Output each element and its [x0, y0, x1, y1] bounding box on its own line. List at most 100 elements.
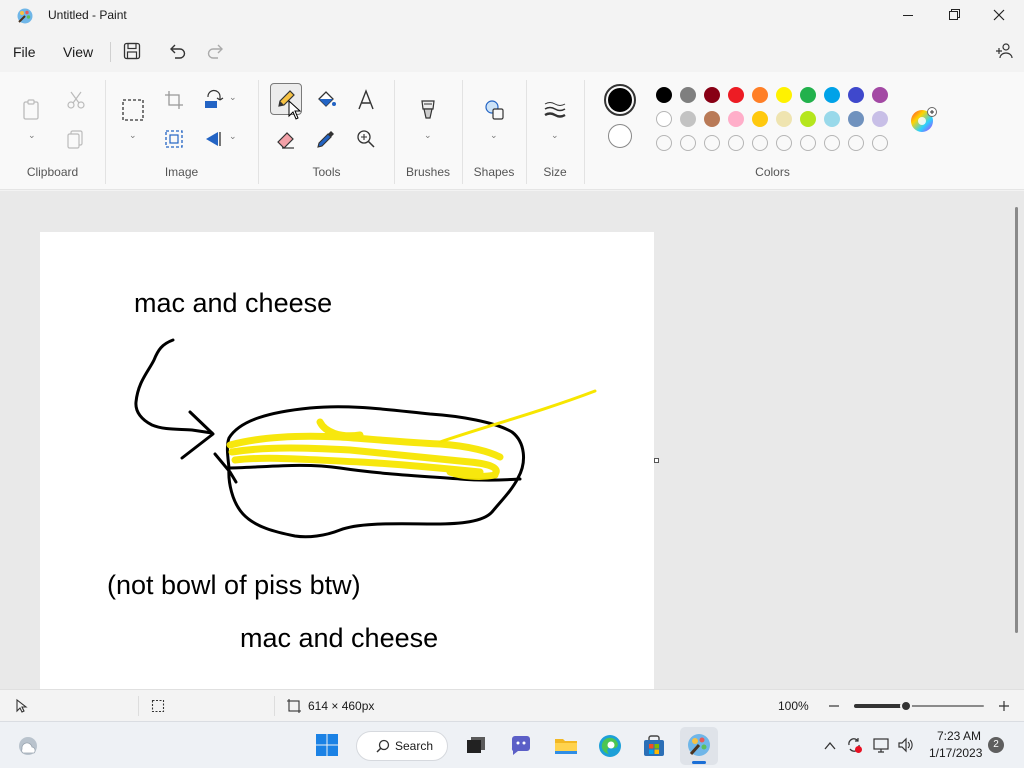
selection-size-icon — [150, 698, 166, 714]
paste-icon[interactable] — [20, 98, 44, 122]
rotate-icon[interactable] — [202, 88, 226, 112]
palette-color-swatch[interactable] — [680, 111, 696, 127]
color-picker-icon[interactable] — [314, 127, 338, 151]
eraser-icon[interactable] — [274, 127, 298, 151]
chevron-down-icon[interactable]: ⌄ — [129, 130, 137, 141]
drawing-canvas[interactable]: mac and cheese (not bowl of piss btw) ma… — [40, 232, 654, 689]
text-tool-icon[interactable] — [354, 88, 378, 112]
chevron-down-icon[interactable]: ⌄ — [229, 131, 237, 142]
copy-icon[interactable] — [64, 127, 88, 151]
view-menu[interactable]: View — [63, 44, 93, 60]
palette-color-swatch[interactable] — [872, 87, 888, 103]
palette-color-swatch[interactable] — [800, 111, 816, 127]
palette-color-swatch[interactable] — [752, 111, 768, 127]
save-icon[interactable] — [122, 41, 142, 61]
share-icon[interactable] — [994, 41, 1014, 61]
taskbar-search[interactable]: Search — [356, 731, 448, 761]
zoom-slider-fill — [854, 704, 906, 708]
clock-time[interactable]: 7:23 AM — [937, 729, 981, 743]
volume-icon[interactable] — [897, 736, 915, 754]
shapes-icon[interactable] — [482, 98, 506, 122]
restore-button[interactable] — [930, 0, 976, 32]
chevron-down-icon[interactable]: ⌄ — [490, 130, 498, 141]
custom-color-slot[interactable] — [656, 135, 672, 151]
shapes-group[interactable]: ⌄ Shapes — [463, 72, 525, 190]
palette-color-swatch[interactable] — [824, 87, 840, 103]
chevron-down-icon[interactable]: ⌄ — [424, 130, 432, 141]
cut-icon[interactable] — [64, 88, 88, 112]
palette-color-swatch[interactable] — [776, 111, 792, 127]
fill-bucket-icon[interactable] — [314, 88, 338, 112]
select-icon[interactable] — [121, 98, 145, 122]
palette-color-swatch[interactable] — [704, 111, 720, 127]
chevron-down-icon[interactable]: ⌄ — [28, 130, 36, 141]
zoom-out-button[interactable] — [826, 698, 842, 714]
edge-browser-icon[interactable] — [597, 733, 623, 759]
custom-color-slot[interactable] — [728, 135, 744, 151]
task-view-icon[interactable] — [464, 734, 488, 758]
palette-color-swatch[interactable] — [848, 111, 864, 127]
palette-color-swatch[interactable] — [848, 87, 864, 103]
chevron-down-icon[interactable]: ⌄ — [229, 92, 237, 103]
palette-color-swatch[interactable] — [824, 111, 840, 127]
mouse-cursor-icon — [288, 99, 302, 120]
size-group[interactable]: ⌄ Size — [527, 72, 583, 190]
close-button[interactable] — [976, 0, 1024, 32]
paint-taskbar-button[interactable] — [680, 727, 718, 765]
palette-color-swatch[interactable] — [752, 87, 768, 103]
image-label: Image — [164, 165, 199, 179]
file-explorer-icon[interactable] — [553, 733, 579, 759]
edit-colors-icon[interactable] — [910, 107, 938, 135]
update-icon[interactable] — [845, 736, 863, 754]
custom-color-slot[interactable] — [800, 135, 816, 151]
image-select-icon[interactable] — [162, 127, 186, 151]
flip-icon[interactable] — [202, 127, 226, 151]
custom-color-slot[interactable] — [752, 135, 768, 151]
minimize-button[interactable] — [884, 0, 930, 32]
secondary-color[interactable] — [608, 124, 632, 148]
undo-icon[interactable] — [167, 41, 187, 61]
search-icon — [376, 739, 390, 753]
palette-color-swatch[interactable] — [872, 111, 888, 127]
zoom-slider[interactable] — [854, 698, 984, 714]
custom-color-slot[interactable] — [680, 135, 696, 151]
palette-color-swatch[interactable] — [680, 87, 696, 103]
microsoft-store-icon[interactable] — [641, 733, 667, 759]
brushes-group[interactable]: ⌄ Brushes — [395, 72, 461, 190]
palette-color-swatch[interactable] — [728, 111, 744, 127]
palette-color-swatch[interactable] — [656, 111, 672, 127]
chevron-up-icon[interactable] — [822, 738, 838, 754]
custom-color-slot[interactable] — [776, 135, 792, 151]
teams-chat-icon[interactable] — [508, 733, 534, 759]
custom-color-slot[interactable] — [872, 135, 888, 151]
clock-date[interactable]: 1/17/2023 — [929, 746, 982, 760]
weather-icon[interactable] — [16, 734, 40, 758]
palette-color-swatch[interactable] — [776, 87, 792, 103]
zoom-in-button[interactable] — [996, 698, 1012, 714]
vertical-scrollbar[interactable] — [1015, 207, 1018, 633]
palette-color-swatch[interactable] — [800, 87, 816, 103]
palette-color-swatch[interactable] — [728, 87, 744, 103]
line-width-icon[interactable] — [543, 98, 567, 122]
network-icon[interactable] — [872, 736, 890, 754]
canvas-resize-handle[interactable] — [654, 458, 659, 463]
menu-bar: File View — [0, 32, 1024, 72]
divider — [110, 42, 111, 62]
chevron-down-icon[interactable]: ⌄ — [551, 130, 559, 141]
custom-color-slot[interactable] — [824, 135, 840, 151]
crop-icon[interactable] — [162, 88, 186, 112]
palette-color-swatch[interactable] — [656, 87, 672, 103]
colors-label: Colors — [755, 165, 790, 179]
notification-badge[interactable]: 2 — [988, 737, 1004, 753]
brush-icon[interactable] — [416, 98, 440, 122]
notification-count: 2 — [993, 739, 999, 750]
custom-color-slot[interactable] — [704, 135, 720, 151]
file-menu[interactable]: File — [13, 44, 36, 60]
magnifier-icon[interactable] — [354, 127, 378, 151]
redo-icon[interactable] — [206, 41, 226, 61]
primary-color[interactable] — [604, 84, 636, 116]
start-button[interactable] — [314, 732, 340, 758]
custom-color-slot[interactable] — [848, 135, 864, 151]
palette-color-swatch[interactable] — [704, 87, 720, 103]
zoom-slider-thumb[interactable] — [900, 700, 912, 712]
